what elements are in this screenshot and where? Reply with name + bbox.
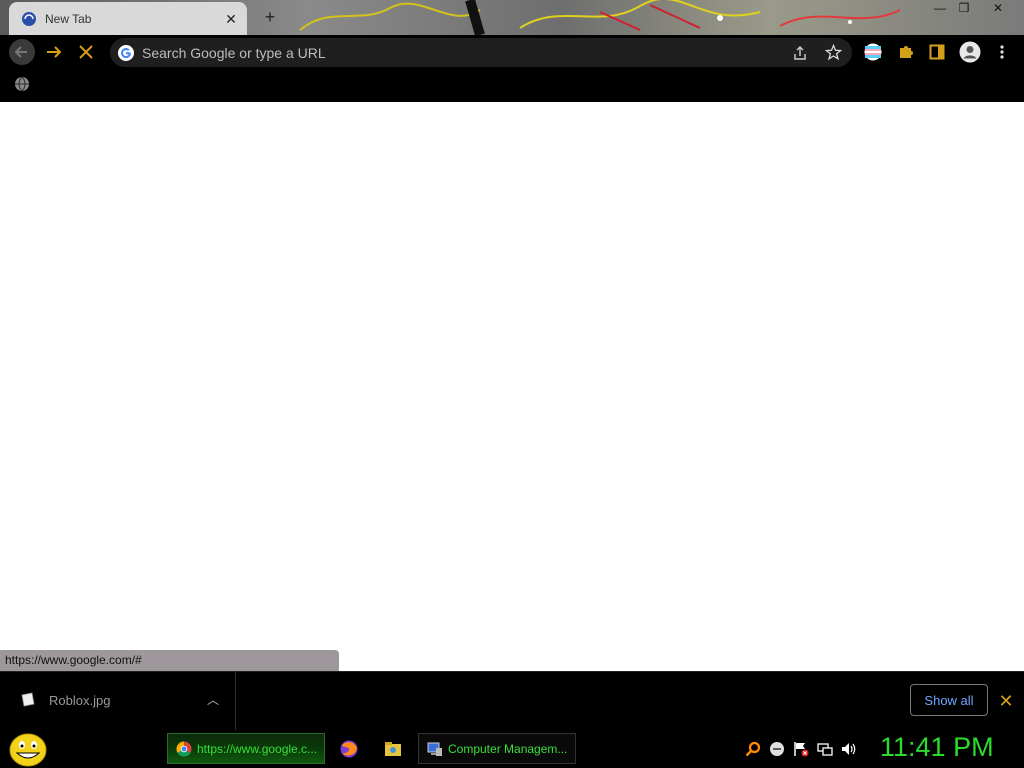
extensions-puzzle-icon[interactable] [897,43,915,61]
omnibox[interactable] [110,38,852,67]
tab-favicon-icon [22,11,36,26]
side-panel-icon[interactable] [929,44,945,60]
bookmark-star-icon[interactable] [825,44,842,61]
taskbar-item-computer-management[interactable]: Computer Managem... [418,733,576,764]
tab-close-icon[interactable]: ✕ [223,11,239,27]
volume-icon[interactable] [841,741,857,757]
computer-management-icon [427,742,442,756]
minimize-button[interactable]: — [929,0,951,16]
show-all-button[interactable]: Show all [910,684,988,716]
window-close-button[interactable]: ✕ [987,0,1009,16]
close-shelf-icon[interactable]: ✕ [996,691,1016,711]
page-content [0,102,1024,671]
share-icon[interactable] [792,45,808,61]
forward-button[interactable] [40,38,68,66]
smiley-start-icon[interactable] [8,731,48,767]
browser-toolbar [0,35,1024,69]
tab-strip: New Tab ✕ + — ❐ ✕ [0,0,1024,35]
status-bubble-url: https://www.google.com/# [0,650,339,671]
download-item[interactable]: Roblox.jpg ︿ [0,672,236,730]
download-file-name: Roblox.jpg [49,693,111,708]
stop-button[interactable] [72,38,100,66]
stop-x-icon [79,45,93,59]
google-g-icon [118,45,134,61]
image-file-icon [21,692,35,707]
flag-extension-icon[interactable] [864,43,882,61]
firefox-icon[interactable] [339,739,359,759]
download-shelf: Roblox.jpg ︿ Show all ✕ [0,671,1024,730]
restore-button[interactable]: ❐ [953,0,975,16]
menu-kebab-icon[interactable] [996,43,1008,61]
taskbar-item-chrome[interactable]: https://www.google.c... [167,733,325,764]
chevron-up-icon[interactable]: ︿ [205,692,221,708]
search-icon[interactable] [745,741,761,757]
bookmarks-bar [0,69,1024,102]
action-center-flag-icon[interactable] [793,741,809,757]
address-input[interactable] [142,42,742,63]
forward-arrow-icon [47,46,62,58]
back-arrow-icon [9,39,35,65]
taskbar-item-label: https://www.google.c... [197,741,318,756]
taskbar-clock[interactable]: 11:41 PM [880,732,994,763]
new-tab-plus-icon[interactable]: + [260,7,280,27]
back-button[interactable] [8,38,36,66]
taskbar: https://www.google.c... Computer Managem… [0,730,1024,768]
chat-tray-icon[interactable] [769,741,785,757]
globe-bookmark-icon[interactable] [14,76,30,92]
tab-new-tab[interactable]: New Tab ✕ [9,2,247,35]
taskbar-item-label: Computer Managem... [448,741,568,756]
file-explorer-icon[interactable] [383,739,403,759]
network-icon[interactable] [817,741,833,757]
tab-title: New Tab [45,11,92,26]
chrome-icon [176,741,192,756]
profile-avatar-icon[interactable] [959,41,981,63]
